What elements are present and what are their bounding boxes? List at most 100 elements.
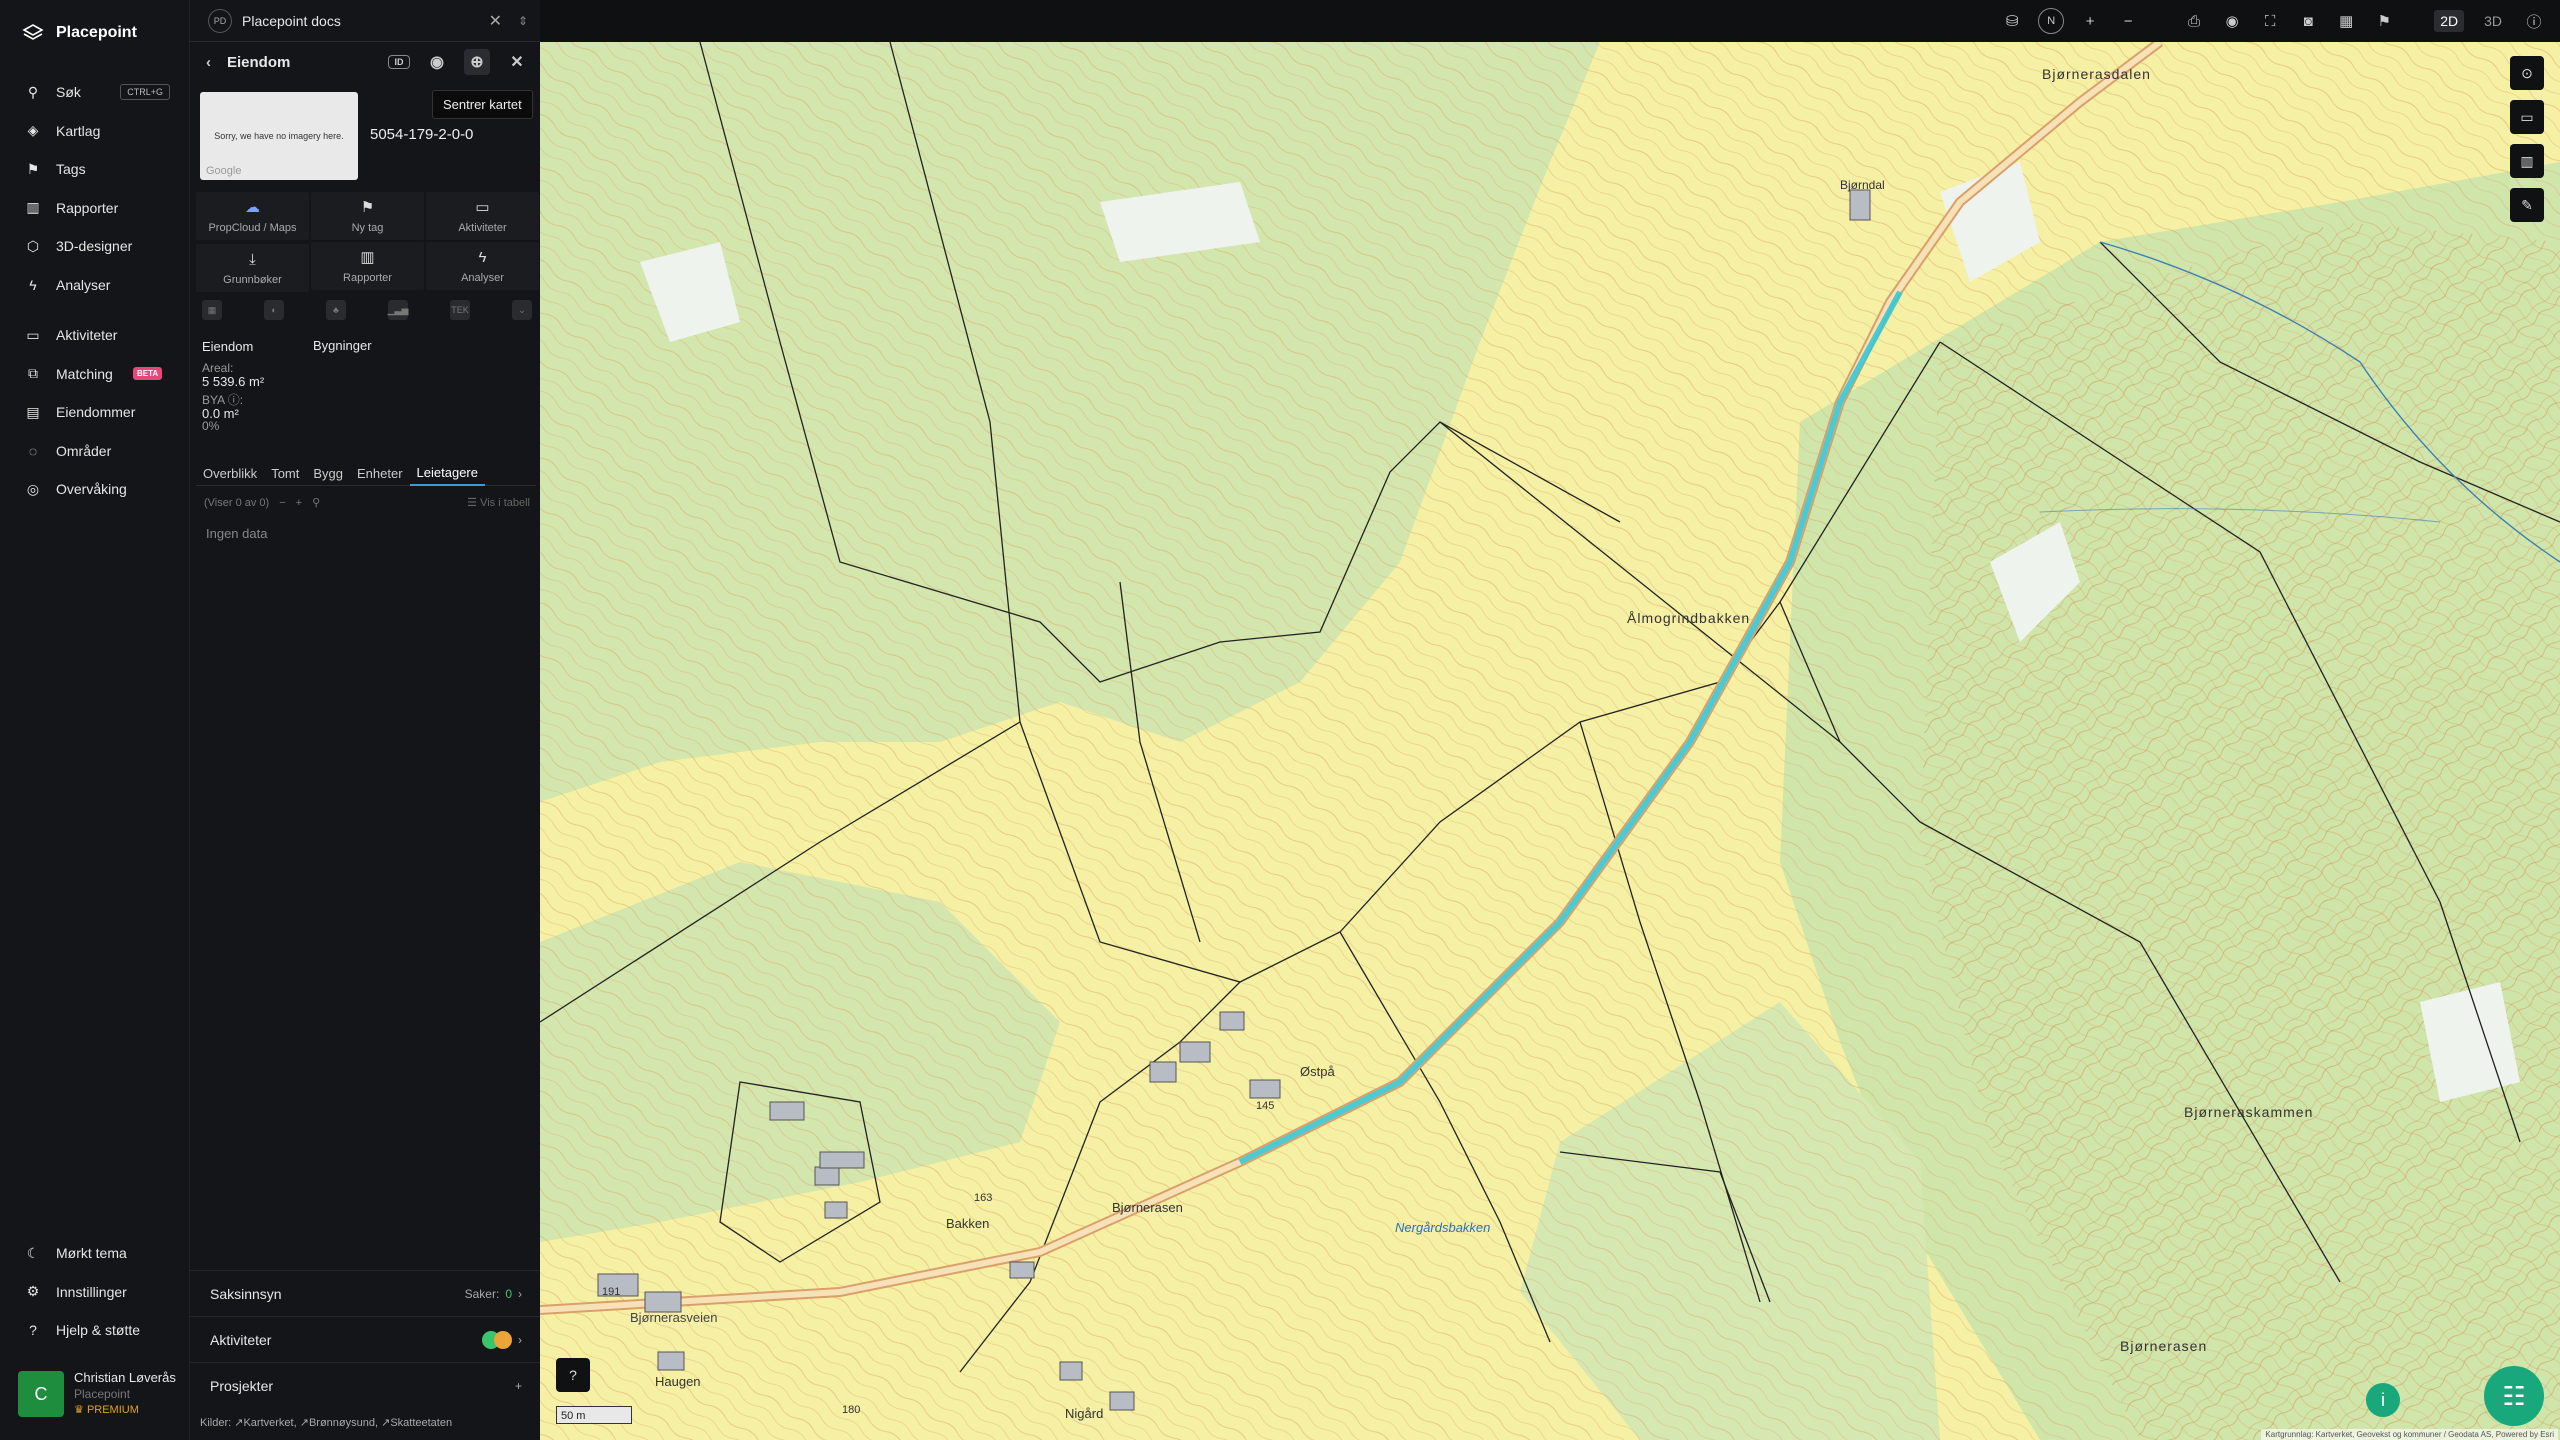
photo-icon[interactable]: ▦ [202,300,222,320]
nav-item-overvåking[interactable]: ◎ Overvåking [0,470,190,509]
map-canvas[interactable]: Bjørnerasdalen Bjørndal Ålmogrindbakken … [540,42,2560,1440]
center-map-icon[interactable]: ⊕ [464,49,490,75]
nav-item-mørkt-tema[interactable]: ☾ Mørkt tema [0,1234,190,1273]
nav-item-label: Områder [56,442,112,459]
chart-tool-icon[interactable]: ▥ [2510,144,2544,178]
help-question-icon[interactable]: ? [556,1358,590,1392]
measure-icon[interactable]: ▭ [2510,100,2544,134]
brand-name: Placepoint [56,24,137,41]
nav-item-hjelp-støtte[interactable]: ? Hjelp & støtte [0,1311,190,1350]
tek-icon[interactable]: TEK [450,300,470,320]
nav-item-label: Tags [56,161,86,178]
nav-item-label: 3D-designer [56,238,133,255]
print-icon[interactable]: ⎙ [2182,9,2206,33]
fullscreen-icon[interactable]: ⛶ [2258,9,2282,33]
download-icon: ⤓ [249,250,256,268]
action-rapporter[interactable]: ▥ Rapporter [311,242,424,290]
action-analyser[interactable]: ϟ Analyser [426,242,539,290]
source-skatteetaten[interactable]: ↗Skatteetaten [381,1417,452,1429]
nav-item-matching[interactable]: ⧉ Matching BETA [0,355,190,394]
action-ny-tag[interactable]: ⚑ Ny tag [311,192,424,240]
zoom-in-icon[interactable]: + [2078,9,2102,33]
map-search-icon[interactable]: ⊙ [2510,56,2544,90]
camera-icon[interactable]: ◙ [2296,9,2320,33]
close-icon[interactable]: ✕ [489,11,502,31]
info-button[interactable]: i [2366,1383,2400,1417]
user-name: Christian Løverås [74,1370,176,1385]
doc-badge: PD [208,8,232,33]
source-kartverket[interactable]: ↗Kartverket, [234,1417,296,1429]
add-icon[interactable]: + [515,1379,522,1393]
panel-header: ‹ Eiendom ID ◉ ⊕ ✕ [190,42,540,82]
section-prosjekter[interactable]: Prosjekter + [190,1362,540,1408]
section-saksinnsyn[interactable]: Saksinnsyn Saker: 0 › [190,1270,540,1316]
nav-item-eiendommer[interactable]: ▤ Eiendommer [0,393,190,432]
nav-item-kartlag[interactable]: ◈ Kartlag [0,112,190,151]
crown-icon: ♛ [74,1404,84,1416]
grid-icon[interactable]: ▦ [2334,9,2358,33]
tab-enheter[interactable]: Enheter [350,460,410,486]
compass-icon[interactable]: N [2038,8,2065,34]
globe-icon[interactable]: ◐ [264,300,284,320]
nav-item-innstillinger[interactable]: ⚙ Innstillinger [0,1273,190,1312]
nav-item-label: Rapporter [56,199,119,216]
property-panel: PD Placepoint docs ✕ ⇕ ‹ Eiendom ID ◉ ⊕ … [190,0,540,1440]
nav-list-primary: ⚲ Søk CTRL+G ◈ Kartlag ⚑ Tags ▥ Rapporter ⬡ 3D-des… [0,73,190,304]
zoom-out-icon[interactable]: − [2116,9,2140,33]
id-card-icon[interactable]: ID [388,55,410,69]
draw-icon[interactable]: ✎ [2510,188,2544,222]
tree-icon[interactable]: ♣ [326,300,346,320]
map-label: Bjørndal [1840,178,1885,192]
search-icon[interactable]: ⚲ [312,496,320,509]
nav-list-secondary: ▭ Aktiviteter ⧉ Matching BETA ▤ Eiendommer ◌ Omr… [0,316,190,509]
minus-icon[interactable]: − [279,497,285,509]
nav-item-aktiviteter[interactable]: ▭ Aktiviteter [0,316,190,355]
bookmark-icon[interactable]: ⚑ [2372,9,2396,33]
action-aktiviteter[interactable]: ▭ Aktiviteter [426,192,539,240]
more-icon[interactable]: ⌄ [512,300,532,320]
bars-icon[interactable]: ▁▃▅ [388,300,408,320]
tab-overblikk[interactable]: Overblikk [196,460,264,486]
table-view-link[interactable]: ☰ Vis i tabell [467,496,530,509]
chat-support-button[interactable]: ☷ [2484,1366,2544,1426]
nav-item-rapporter[interactable]: ▥ Rapporter [0,189,190,228]
map-graphics [540,42,2560,1440]
close-panel-icon[interactable]: ✕ [504,49,530,75]
source-bronnoysund[interactable]: ↗Brønnøysund, [300,1417,378,1429]
map-label: 191 [602,1286,621,1298]
tab-leietagere[interactable]: Leietagere [409,460,485,486]
map-label: Ålmogrindbakken [1627,610,1751,626]
map-label: 145 [1256,1100,1275,1112]
user-profile[interactable]: C Christian Løverås Placepoint ♛ PREMIUM [18,1370,176,1418]
nav-item-3d-designer[interactable]: ⬡ 3D-designer [0,227,190,266]
eye-icon[interactable]: ◉ [2220,9,2244,33]
updown-icon[interactable]: ⇕ [518,14,528,28]
avatar: C [18,1371,64,1417]
nav-item-tags[interactable]: ⚑ Tags [0,150,190,189]
nav-item-label: Hjelp & støtte [56,1322,141,1339]
layers-stack-icon[interactable]: ⛁ [2000,9,2024,33]
street-view-thumbnail[interactable]: Sorry, we have no imagery here. Google [200,92,358,180]
map-toolbar: ⛁ N + − ⎙ ◉ ⛶ ◙ ▦ ⚑ 2D 3D ⓘ [540,0,2560,42]
nav-item-søk[interactable]: ⚲ Søk CTRL+G [0,73,190,112]
mode-3d-button[interactable]: 3D [2478,10,2508,32]
info-icon[interactable]: ⓘ [2522,9,2546,33]
action-propcloud-maps[interactable]: ☁ PropCloud / Maps [196,192,309,240]
table-view-label: Vis i tabell [480,497,530,509]
tab-tomt[interactable]: Tomt [264,460,306,486]
tab-bygg[interactable]: Bygg [306,460,350,486]
nav-item-analyser[interactable]: ϟ Analyser [0,266,190,305]
eye-icon[interactable]: ◉ [424,49,450,75]
bya-percent: 0% [202,419,220,433]
doc-switcher[interactable]: PD Placepoint docs ✕ ⇕ [190,0,540,42]
app-brand[interactable]: Placepoint [22,20,137,46]
back-icon[interactable]: ‹ [206,54,211,71]
layers-icon: ◈ [27,122,39,139]
map-label: Bjørnerasen [2120,1338,2208,1354]
plus-icon[interactable]: + [296,497,302,509]
nav-item-label: Analyser [56,276,111,293]
nav-item-områder[interactable]: ◌ Områder [0,432,190,471]
section-aktiviteter[interactable]: Aktiviteter › [190,1316,540,1362]
mode-2d-button[interactable]: 2D [2434,10,2465,32]
action-grunnbøker[interactable]: ⤓ Grunnbøker [196,244,309,292]
